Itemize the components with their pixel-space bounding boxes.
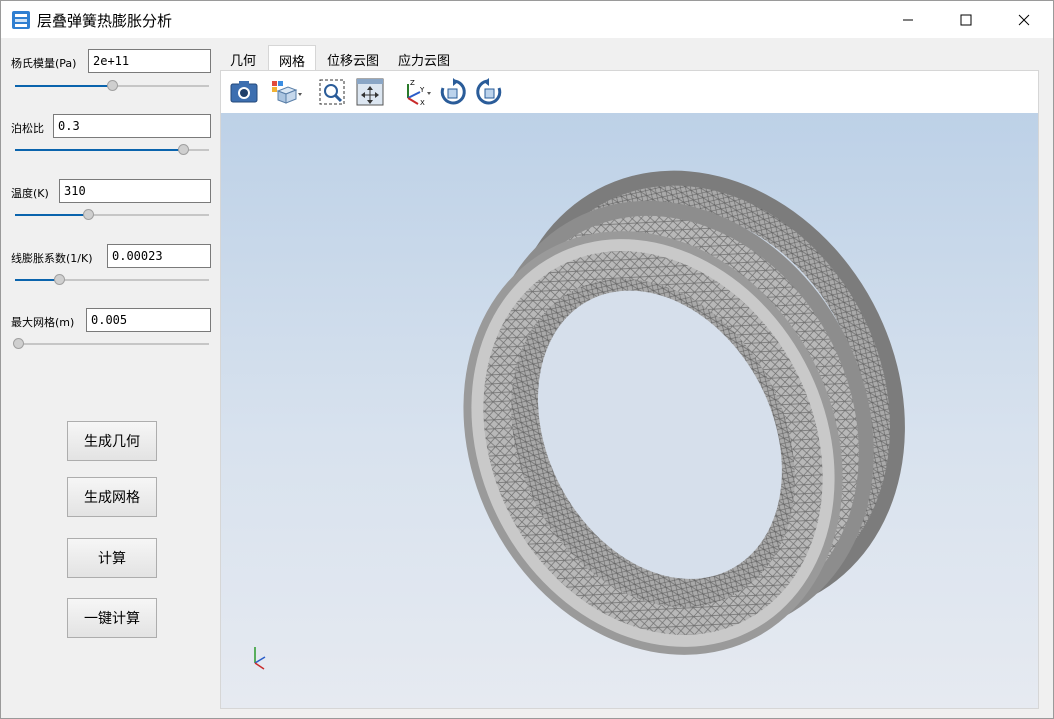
close-icon [1018,14,1030,25]
view-orientation-dropdown[interactable] [269,77,305,107]
param-label: 线膨胀系数(1/K) [11,252,93,265]
param-youngs-modulus: 杨氏模量(Pa) [11,49,211,73]
slider-thumb[interactable] [107,80,118,91]
expansion-coefficient-slider[interactable] [15,273,209,287]
fit-all-button[interactable] [355,77,385,107]
view-tabs: 几何 网格 位移云图 应力云图 [220,45,1040,71]
param-label: 温度(K) [11,187,49,200]
tab-displacement-contour[interactable]: 位移云图 [317,45,389,71]
axis-triad-icon [254,647,266,670]
tab-stress-contour[interactable]: 应力云图 [388,45,460,71]
param-label: 杨氏模量(Pa) [11,57,77,70]
axes-orientation-dropdown[interactable]: Z Y X [399,77,433,107]
maximize-icon [960,14,972,25]
poisson-ratio-slider[interactable] [15,143,209,157]
param-temperature: 温度(K) [11,179,211,203]
minimize-button[interactable] [883,1,933,38]
app-icon [12,11,30,29]
temperature-input[interactable] [59,179,211,203]
tab-mesh[interactable]: 网格 [268,45,317,71]
mesh-model [254,170,905,670]
generate-mesh-button[interactable]: 生成网格 [67,477,157,517]
temperature-slider[interactable] [15,208,209,222]
screenshot-button[interactable] [229,77,259,107]
param-max-mesh: 最大网格(m) [11,308,211,332]
main-window: 层叠弹簧热膨胀分析 杨氏模量(Pa) 泊松比 [0,0,1054,719]
slider-thumb[interactable] [83,209,94,220]
slider-fill [15,85,112,87]
rotate-clockwise-button[interactable] [438,77,468,107]
max-mesh-slider[interactable] [13,337,209,351]
close-button[interactable] [999,1,1049,38]
minimize-icon [903,19,913,20]
front-ring [463,231,843,655]
rotate-ccw-icon [476,78,502,105]
slider-thumb[interactable] [13,338,24,349]
svg-text:Z: Z [410,79,415,87]
tab-geometry[interactable]: 几何 [220,45,266,71]
slider-fill [15,149,183,151]
fit-all-icon [356,78,384,106]
axes-orientation-icon: Z Y X [407,79,431,106]
svg-text:X: X [420,99,425,106]
slider-fill [15,214,88,216]
title-bar: 层叠弹簧热膨胀分析 [1,1,1053,38]
zoom-box-button[interactable] [317,77,347,107]
maximize-button[interactable] [941,1,991,38]
svg-text:Y: Y [419,86,425,94]
camera-icon [230,81,258,103]
slider-thumb[interactable] [178,144,189,155]
zoom-box-icon [319,79,345,105]
slider-thumb[interactable] [54,274,65,285]
youngs-modulus-input[interactable] [88,49,211,73]
view-toolbar: Z Y X [221,71,1038,113]
param-expansion-coefficient: 线膨胀系数(1/K) [11,244,211,268]
max-mesh-input[interactable] [86,308,211,332]
view-panel: Z Y X [220,70,1039,709]
expansion-coefficient-input[interactable] [107,244,211,268]
3d-viewport[interactable] [221,113,1038,708]
rotate-counterclockwise-button[interactable] [474,77,504,107]
parameter-panel: 杨氏模量(Pa) 泊松比 温度(K) 线膨胀系数(1/K) [1,39,219,718]
generate-geometry-button[interactable]: 生成几何 [67,421,157,461]
window-title: 层叠弹簧热膨胀分析 [37,12,173,30]
param-label: 泊松比 [11,122,44,135]
one-click-compute-button[interactable]: 一键计算 [67,598,157,638]
youngs-modulus-slider[interactable] [15,79,209,93]
param-poisson-ratio: 泊松比 [11,114,211,138]
poisson-ratio-input[interactable] [53,114,211,138]
view-cube-icon [272,81,302,104]
rotate-cw-icon [440,78,466,105]
param-label: 最大网格(m) [11,316,75,329]
slider-track [15,343,209,345]
compute-button[interactable]: 计算 [67,538,157,578]
slider-fill [15,279,59,281]
